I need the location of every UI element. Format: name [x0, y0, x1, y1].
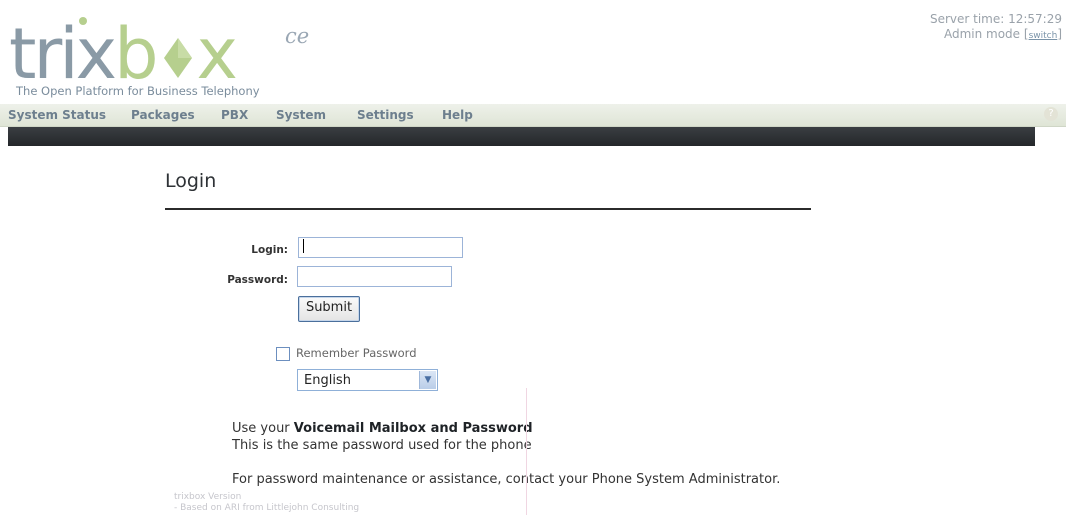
dark-bar: [8, 127, 1035, 146]
tagline: The Open Platform for Business Telephony: [16, 84, 260, 98]
text-cursor: [303, 239, 304, 253]
main-nav: System Status Packages PBX System Settin…: [0, 104, 1066, 127]
logo-edition: ce: [285, 24, 310, 48]
switch-bracket-close: ]: [1057, 27, 1062, 41]
nav-item-system[interactable]: System: [276, 108, 326, 122]
info-line-3: For password maintenance or assistance, …: [232, 472, 781, 487]
nav-item-packages[interactable]: Packages: [131, 108, 195, 122]
logo-text-x: x: [196, 13, 238, 95]
diamond-icon: [163, 38, 192, 78]
footer-credit: - Based on ARI from Littlejohn Consultin…: [174, 503, 360, 513]
logo-dot-icon: [79, 17, 87, 25]
logo-text-b: b: [114, 13, 158, 95]
info-line-1: Use your Voicemail Mailbox and Password: [232, 421, 533, 436]
server-time: Server time: 12:57:29: [929, 12, 1062, 26]
info-line-1-bold: Voicemail Mailbox and Password: [293, 421, 533, 436]
page-title: Login: [165, 170, 217, 192]
remember-password-checkbox[interactable]: [276, 347, 290, 361]
login-field-wrap: [298, 236, 463, 258]
info-line-1-prefix: Use your: [232, 421, 294, 436]
chevron-down-icon[interactable]: ▼: [419, 371, 436, 389]
login-input[interactable]: [298, 236, 463, 258]
info-line-2: This is the same password used for the p…: [232, 438, 532, 453]
footer-version: trixbox Version: [174, 492, 242, 502]
login-label: Login:: [251, 244, 288, 256]
password-label: Password:: [227, 274, 288, 286]
language-selected-value: English: [304, 373, 351, 388]
nav-item-settings[interactable]: Settings: [357, 108, 414, 122]
decorative-line: [526, 388, 527, 515]
logo-text-trix: trix: [9, 13, 117, 95]
logo-wordmark: trixb x: [9, 13, 238, 95]
nav-item-system-status[interactable]: System Status: [8, 108, 106, 122]
nav-item-help[interactable]: Help: [442, 108, 473, 122]
admin-mode-label: Admin mode: [943, 27, 1021, 41]
server-status: Server time: 12:57:29 Admin mode [switch…: [930, 12, 1062, 44]
switch-link[interactable]: switch: [1029, 31, 1058, 41]
help-icon[interactable]: ?: [1044, 107, 1058, 121]
remember-password-label[interactable]: Remember Password: [296, 346, 417, 360]
title-divider: [165, 208, 811, 210]
admin-mode: Admin mode [switch]: [930, 27, 1062, 44]
submit-button[interactable]: Submit: [298, 296, 360, 322]
language-select[interactable]: English ▼: [297, 369, 438, 391]
nav-item-pbx[interactable]: PBX: [221, 108, 248, 122]
password-input[interactable]: [297, 266, 452, 287]
